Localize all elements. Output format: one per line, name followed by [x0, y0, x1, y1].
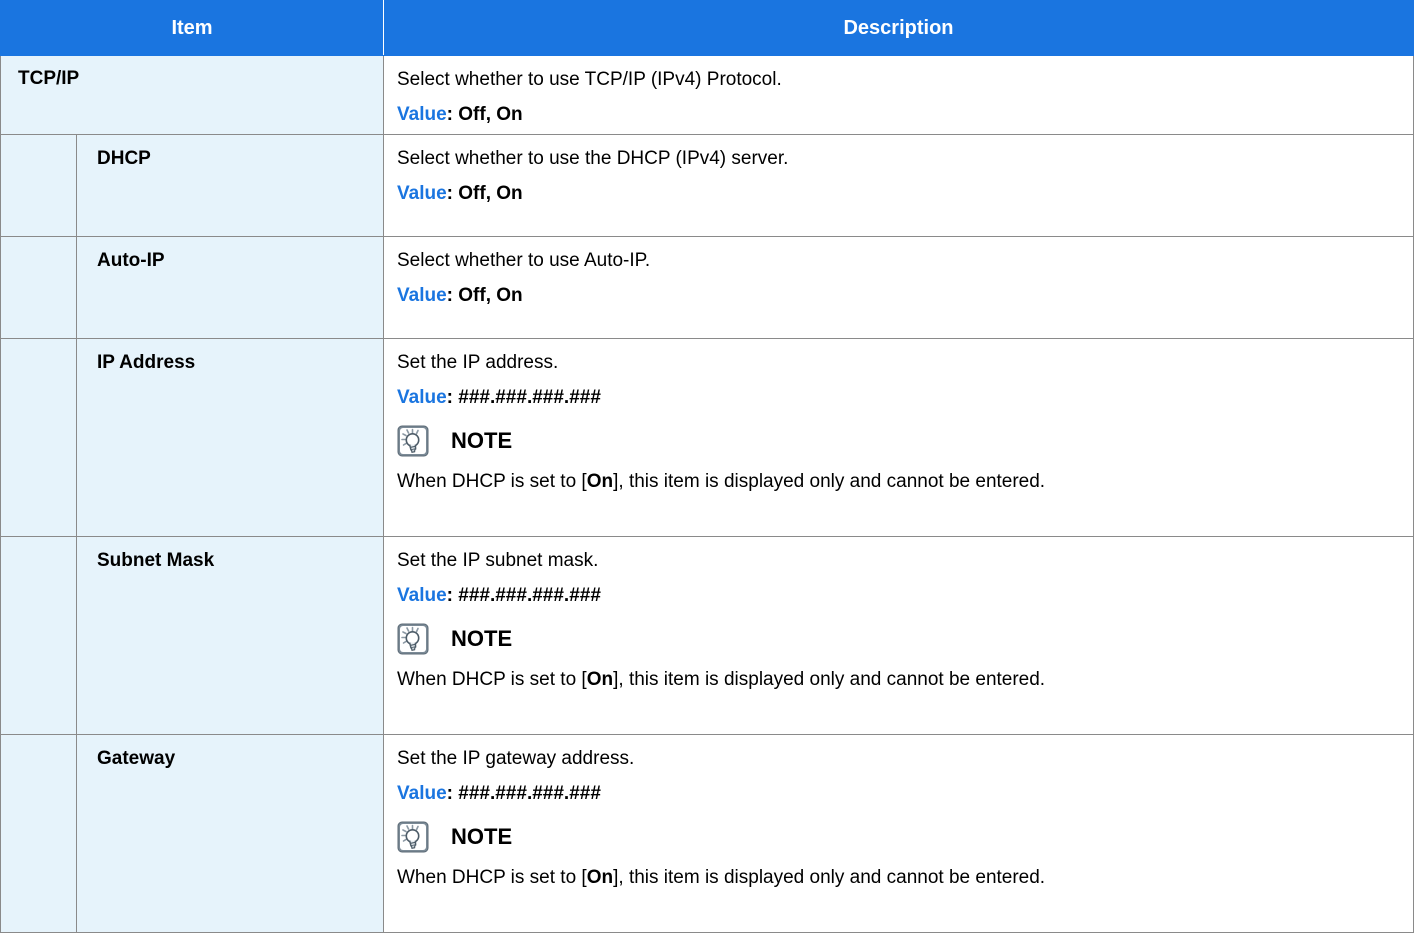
note-text-prefix: When DHCP is set to [ [397, 669, 587, 690]
note-text-emphasis: On [586, 867, 614, 888]
description-text: Select whether to use Auto-IP. [397, 250, 651, 271]
value-label: Value [397, 183, 447, 204]
table-row: Auto-IP Select whether to use Auto-IP. V… [0, 236, 1414, 339]
description-text: Set the IP address. [397, 352, 559, 373]
item-column-header: Item [0, 0, 384, 56]
table-row: TCP/IP Select whether to use TCP/IP (IPv… [0, 55, 1414, 135]
value-options: : ###.###.###.### [446, 783, 601, 804]
settings-table: Item Description TCP/IP Select whether t… [0, 0, 1414, 933]
note-text-prefix: When DHCP is set to [ [397, 867, 587, 888]
item-name: DHCP [97, 148, 151, 169]
table-row: IP Address Set the IP address. Value: ##… [0, 338, 1414, 537]
indent-cell [0, 734, 77, 933]
item-cell-gateway: Gateway [76, 734, 384, 933]
item-name: TCP/IP [18, 68, 80, 89]
value-options: : Off, On [446, 183, 523, 204]
note-block: NOTE When DHCP is set to [On], this item… [397, 623, 1413, 692]
value-label: Value [397, 285, 447, 306]
description-text: Set the IP gateway address. [397, 748, 635, 769]
value-label: Value [397, 585, 447, 606]
note-text-suffix: ], this item is displayed only and canno… [613, 867, 1046, 888]
value-line: Value: Off, On [397, 182, 1413, 206]
note-header: NOTE [397, 821, 1413, 853]
table-row: Gateway Set the IP gateway address. Valu… [0, 734, 1414, 933]
note-text: When DHCP is set to [On], this item is d… [397, 668, 1413, 692]
value-line: Value: Off, On [397, 103, 1413, 127]
indent-cell [0, 338, 77, 537]
value-label: Value [397, 104, 447, 125]
note-text: When DHCP is set to [On], this item is d… [397, 470, 1413, 494]
value-line: Value: ###.###.###.### [397, 386, 1413, 410]
value-line: Value: ###.###.###.### [397, 782, 1413, 806]
note-block: NOTE When DHCP is set to [On], this item… [397, 425, 1413, 494]
item-cell-tcpip: TCP/IP [0, 55, 384, 135]
note-label: NOTE [451, 824, 513, 849]
note-text: When DHCP is set to [On], this item is d… [397, 866, 1413, 890]
description-column-header: Description [383, 0, 1414, 56]
description-text: Select whether to use TCP/IP (IPv4) Prot… [397, 69, 782, 90]
indent-cell [0, 536, 77, 735]
value-options: : ###.###.###.### [446, 585, 601, 606]
note-text-emphasis: On [586, 669, 614, 690]
indent-cell [0, 236, 77, 339]
value-label: Value [397, 387, 447, 408]
value-options: : Off, On [446, 104, 523, 125]
value-options: : ###.###.###.### [446, 387, 601, 408]
description-cell: Set the IP subnet mask. Value: ###.###.#… [383, 536, 1414, 735]
note-text-prefix: When DHCP is set to [ [397, 471, 587, 492]
value-line: Value: ###.###.###.### [397, 584, 1413, 608]
item-cell-auto-ip: Auto-IP [76, 236, 384, 339]
note-header: NOTE [397, 425, 1413, 457]
note-text-emphasis: On [586, 471, 614, 492]
table-row: Subnet Mask Set the IP subnet mask. Valu… [0, 536, 1414, 735]
description-cell: Select whether to use TCP/IP (IPv4) Prot… [383, 55, 1414, 135]
item-cell-dhcp: DHCP [76, 134, 384, 237]
note-header: NOTE [397, 623, 1413, 655]
note-lightbulb-icon [397, 425, 429, 457]
value-line: Value: Off, On [397, 284, 1413, 308]
note-lightbulb-icon [397, 821, 429, 853]
value-label: Value [397, 783, 447, 804]
description-cell: Select whether to use the DHCP (IPv4) se… [383, 134, 1414, 237]
description-text: Set the IP subnet mask. [397, 550, 599, 571]
indent-cell [0, 134, 77, 237]
note-label: NOTE [451, 626, 513, 651]
description-cell: Set the IP address. Value: ###.###.###.#… [383, 338, 1414, 537]
note-block: NOTE When DHCP is set to [On], this item… [397, 821, 1413, 890]
table-header-row: Item Description [0, 0, 1414, 56]
description-text: Select whether to use the DHCP (IPv4) se… [397, 148, 789, 169]
item-cell-subnet-mask: Subnet Mask [76, 536, 384, 735]
note-label: NOTE [451, 428, 513, 453]
description-cell: Select whether to use Auto-IP. Value: Of… [383, 236, 1414, 339]
description-cell: Set the IP gateway address. Value: ###.#… [383, 734, 1414, 933]
note-text-suffix: ], this item is displayed only and canno… [613, 471, 1046, 492]
item-name: IP Address [97, 352, 196, 373]
item-name: Subnet Mask [97, 550, 215, 571]
table-row: DHCP Select whether to use the DHCP (IPv… [0, 134, 1414, 237]
item-name: Gateway [97, 748, 176, 769]
note-text-suffix: ], this item is displayed only and canno… [613, 669, 1046, 690]
note-lightbulb-icon [397, 623, 429, 655]
value-options: : Off, On [446, 285, 523, 306]
item-cell-ip-address: IP Address [76, 338, 384, 537]
item-name: Auto-IP [97, 250, 165, 271]
